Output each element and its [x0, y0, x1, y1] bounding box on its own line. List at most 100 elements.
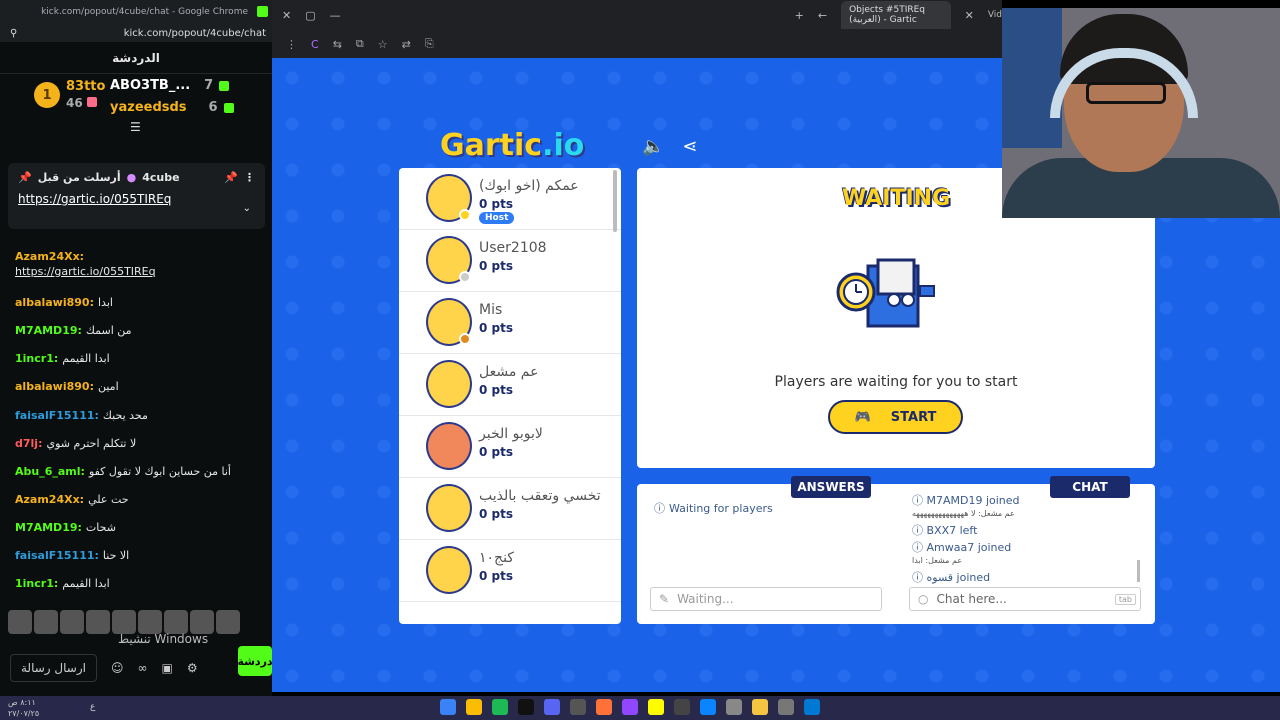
leaderboard-second[interactable]: ABO3TB_... 7 — [110, 78, 230, 93]
maximize-icon[interactable]: ▢ — [305, 9, 315, 22]
chat-message[interactable]: M7AMD19: شحات — [15, 521, 116, 534]
more-icon[interactable]: ⋮ — [244, 171, 255, 184]
kick-address-bar[interactable]: ⚲ kick.com/popout/4cube/chat — [0, 24, 272, 42]
search-icon: ○ — [918, 592, 929, 606]
chat-message[interactable]: M7AMD19: من اسمك — [15, 324, 132, 337]
twitch-icon[interactable] — [622, 699, 638, 715]
chat-username[interactable]: albalawi890: — [15, 296, 94, 309]
folder-icon[interactable] — [752, 699, 768, 715]
chat-username[interactable]: Abu_6_aml: — [15, 465, 85, 478]
chat-input[interactable]: ارسال رسالة — [10, 654, 97, 682]
player-row[interactable]: لابوبو الخبر 0 pts — [399, 416, 621, 478]
emoji-icon[interactable]: ☺ — [111, 661, 124, 675]
translate-icon[interactable]: ⇄ — [402, 38, 411, 51]
windows-start-icon[interactable] — [804, 699, 820, 715]
chat-message[interactable]: d7lj: لا تتكلم احترم شوي — [15, 437, 136, 450]
chat-username[interactable]: faisalF15111: — [15, 409, 99, 422]
new-tab-icon[interactable]: + — [795, 9, 804, 22]
chat-message[interactable]: albalawi890: ابدا — [15, 296, 113, 309]
kick-app-icon[interactable] — [518, 699, 534, 715]
chat-username[interactable]: albalawi890: — [15, 380, 94, 393]
settings-icon[interactable]: ⚙ — [187, 661, 198, 675]
screenshot-icon[interactable]: ⎘ — [425, 37, 434, 51]
player-row[interactable]: عمكم (اخو ابوك) 0 pts Host — [399, 168, 621, 230]
player-row[interactable]: تخسي وتعقب بالذيب 0 pts — [399, 478, 621, 540]
emote[interactable] — [60, 610, 84, 634]
minimize-icon[interactable]: — — [330, 9, 341, 22]
player-row[interactable]: عم مشعل 0 pts — [399, 354, 621, 416]
gift-icon[interactable]: ▣ — [161, 661, 172, 675]
chrome-icon[interactable] — [466, 699, 482, 715]
steam-icon[interactable] — [440, 699, 456, 715]
infinity-icon[interactable]: ∞ — [137, 661, 147, 675]
snapchat-icon[interactable] — [648, 699, 664, 715]
chat-username[interactable]: Azam24Xx: — [15, 250, 84, 263]
chat-username[interactable]: 1incr1: — [15, 577, 58, 590]
spotify-icon[interactable] — [492, 699, 508, 715]
discord-icon[interactable] — [544, 699, 560, 715]
chat-username[interactable]: 1incr1: — [15, 352, 58, 365]
chat-message[interactable]: 1incr1: ابدا القيمم — [15, 577, 110, 590]
emote[interactable] — [112, 610, 136, 634]
start-button[interactable]: 🎮 START — [828, 400, 963, 434]
clapper-icon[interactable] — [726, 699, 742, 715]
chevron-down-icon[interactable]: ☰ — [130, 120, 141, 134]
leaderboard-count: 6 — [208, 100, 218, 115]
chat-username[interactable]: d7lj: — [15, 437, 42, 450]
unpin-icon[interactable]: 📌 — [224, 171, 238, 184]
send-button[interactable]: دردشة — [237, 646, 272, 676]
chat-message[interactable]: faisalF15111: محد يحبك — [15, 409, 148, 422]
player-row[interactable]: كنج١٠ 0 pts — [399, 540, 621, 602]
cast-icon[interactable]: ⇆ — [333, 38, 342, 51]
emote[interactable] — [138, 610, 162, 634]
close-icon[interactable]: ✕ — [282, 9, 291, 22]
tab-answers[interactable]: ANSWERS — [791, 476, 871, 498]
chat-message[interactable]: Azam24Xx: حت علي — [15, 493, 129, 506]
search-icon: ⚲ — [10, 27, 18, 39]
chevron-down-icon[interactable]: ⌄ — [243, 203, 251, 214]
emote[interactable] — [216, 610, 240, 634]
app-icon[interactable] — [778, 699, 794, 715]
extension-icon[interactable]: C — [311, 38, 319, 51]
leaderboard-third[interactable]: yazeedsds 6 — [110, 100, 234, 115]
chat-username[interactable]: Azam24Xx: — [15, 493, 84, 506]
extensions-icon[interactable]: ⧉ — [356, 37, 364, 51]
emote[interactable] — [86, 610, 110, 634]
pinned-link[interactable]: https://gartic.io/055TIREq — [8, 192, 265, 206]
emote[interactable] — [164, 610, 188, 634]
sound-icon[interactable]: 🔈 — [642, 136, 664, 157]
chat-username[interactable]: faisalF15111: — [15, 549, 99, 562]
close-tab-icon[interactable]: ✕ — [965, 9, 974, 22]
chat-username[interactable]: M7AMD19: — [15, 521, 82, 534]
chat-message[interactable]: Azam24Xx: https://gartic.io/055TIREq — [15, 250, 156, 278]
share-icon[interactable]: ⋖ — [682, 136, 697, 157]
kick-titlebar: kick.com/popout/4cube/chat - Google Chro… — [0, 0, 272, 24]
firefox-icon[interactable] — [596, 699, 612, 715]
back-icon[interactable]: ← — [818, 9, 827, 22]
scrollbar[interactable] — [613, 170, 617, 232]
emote[interactable] — [8, 610, 32, 634]
player-row[interactable]: Mis 0 pts — [399, 292, 621, 354]
app-icon[interactable] — [674, 699, 690, 715]
chat-message[interactable]: 1incr1: ابدا القيمم — [15, 352, 110, 365]
leaderboard-first[interactable]: 1 83tto 46 — [34, 78, 105, 112]
bookmark-star-icon[interactable]: ☆ — [378, 38, 388, 51]
edge-icon[interactable] — [700, 699, 716, 715]
chat-text: محد يحبك — [102, 409, 148, 422]
player-row[interactable]: User2108 0 pts — [399, 230, 621, 292]
answer-input[interactable]: ✎ Waiting... — [650, 587, 882, 611]
language-indicator[interactable]: ع — [90, 702, 95, 712]
pinned-message[interactable]: 📌 أرسلت من قبل ● 4cube 📌 ⋮ https://garti… — [8, 163, 265, 229]
tab-video[interactable]: Vid — [988, 10, 1002, 20]
menu-icon[interactable]: ⋮ — [286, 38, 297, 51]
chat-username[interactable]: M7AMD19: — [15, 324, 82, 337]
chat-scrollbar[interactable] — [1137, 560, 1140, 582]
tab-gartic[interactable]: Objects #5TIREq (العربية) - Gartic — [841, 1, 951, 29]
chat-message[interactable]: albalawi890: امين — [15, 380, 119, 393]
emote[interactable] — [190, 610, 214, 634]
chat-message[interactable]: Abu_6_aml: أنا من حساين ابوك لا تقول كفو — [15, 465, 231, 478]
chat-message[interactable]: faisalF15111: الا حنا — [15, 549, 129, 562]
chat-input[interactable]: ○ Chat here... tab — [909, 587, 1141, 611]
obs-icon[interactable] — [570, 699, 586, 715]
emote[interactable] — [34, 610, 58, 634]
